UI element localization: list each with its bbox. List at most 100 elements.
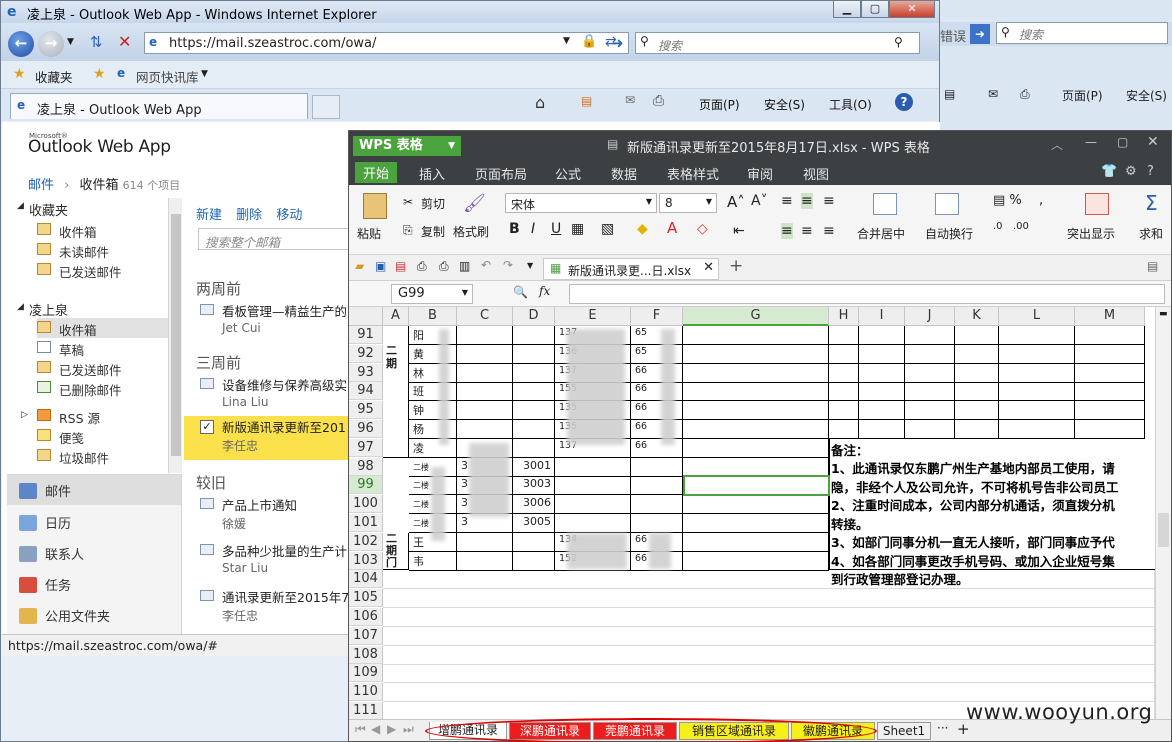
cell-l94[interactable] <box>999 382 1075 402</box>
fill-color-icon[interactable]: ◆ <box>637 221 648 237</box>
mail-item[interactable]: 看板管理—精益生产的 Jet Cui <box>184 300 354 344</box>
cell-k96[interactable] <box>955 420 999 439</box>
mailbox-search-input[interactable]: 搜索整个邮箱 <box>198 228 350 250</box>
help-icon[interactable]: ? <box>895 93 913 111</box>
mail-item-selected[interactable]: ✓ 新版通讯录更新至201 李任忠 <box>184 416 354 460</box>
row-header-103[interactable]: 103 <box>349 551 383 570</box>
mail-item[interactable]: 多品种少批量的生产计 Star Liu <box>184 540 354 584</box>
cell-h92[interactable] <box>829 344 859 364</box>
row-header-102[interactable]: 102 <box>349 532 383 551</box>
cell-c96[interactable] <box>457 420 513 439</box>
row-header-107[interactable]: 107 <box>349 626 383 645</box>
favorites-header[interactable]: 收藏夹 <box>29 200 68 219</box>
cell-j96[interactable] <box>905 420 955 439</box>
row-header-100[interactable]: 100 <box>349 495 383 514</box>
mail-item[interactable]: 通讯录更新至2015年7 李任忠 <box>184 586 354 630</box>
cell-f100[interactable] <box>631 495 683 515</box>
row-header-111[interactable]: 111 <box>349 702 383 719</box>
cell-f101[interactable] <box>631 514 683 533</box>
cell-d92[interactable] <box>513 344 555 364</box>
cell-g96[interactable] <box>683 420 829 439</box>
add-favorite-icon[interactable]: ★ <box>93 66 106 82</box>
row-header-94[interactable]: 94 <box>349 382 383 401</box>
prev-sheet-icon[interactable]: ◀ <box>371 722 380 736</box>
row-header-91[interactable]: 91 <box>349 326 383 344</box>
cell-g101[interactable] <box>683 514 829 533</box>
maximize-button[interactable]: ▢ <box>861 1 889 18</box>
close-button[interactable]: ✕ <box>889 1 935 18</box>
cell-i93[interactable] <box>859 363 905 383</box>
mail-item[interactable]: 设备维修与保养高级实 Lina Liu <box>184 374 354 418</box>
row-header-104[interactable]: 104 <box>349 570 383 589</box>
sum-icon[interactable]: Σ <box>1145 191 1158 215</box>
skin-icon[interactable]: 👕 <box>1101 164 1117 179</box>
cell-f99[interactable] <box>631 476 683 496</box>
align-center-icon[interactable]: ≡ <box>801 223 813 239</box>
read-mail-icon[interactable]: ✉ <box>625 93 635 107</box>
align-left-icon[interactable]: ≡ <box>781 223 793 239</box>
recent-pages-chevron-icon[interactable]: ▼ <box>67 37 74 47</box>
menu-formula[interactable]: 公式 <box>555 164 581 183</box>
cell-l95[interactable] <box>999 401 1075 421</box>
cell-c92[interactable] <box>457 344 513 364</box>
column-header-d[interactable]: D <box>513 307 555 326</box>
print-preview-icon[interactable]: ⎙ <box>439 259 449 274</box>
empty-row[interactable] <box>383 645 1155 665</box>
cell-i96[interactable] <box>859 420 905 439</box>
go-arrow-icon[interactable]: ➜ <box>611 34 624 52</box>
column-header-e[interactable]: E <box>555 307 631 326</box>
cell-m93[interactable] <box>1075 363 1145 383</box>
cell-h91[interactable] <box>829 326 859 345</box>
align-top-icon[interactable]: ≡ <box>781 193 793 209</box>
cell-a-phase2[interactable]: 二 期 <box>383 326 409 458</box>
row-header-99[interactable]: 99 <box>349 476 383 495</box>
cell-d93[interactable] <box>513 363 555 383</box>
cell-d95[interactable] <box>513 401 555 421</box>
cell-c95[interactable] <box>457 401 513 421</box>
cell-h94[interactable] <box>829 382 859 402</box>
print-icon[interactable]: ⎙ <box>653 93 664 109</box>
cell-g97[interactable] <box>683 438 829 458</box>
row-header-95[interactable]: 95 <box>349 401 383 420</box>
document-tab[interactable]: ▦ 新版通讯录更...日.xlsx ✕ <box>543 258 719 280</box>
select-all-corner[interactable] <box>349 307 383 326</box>
font-size-select[interactable]: 8 ▼ <box>659 193 717 213</box>
cell-l91[interactable] <box>999 326 1075 345</box>
menu-page-layout[interactable]: 页面布局 <box>475 164 527 183</box>
highlight-button[interactable]: 突出显示 <box>1067 225 1115 242</box>
cell-k94[interactable] <box>955 382 999 402</box>
column-header-i[interactable]: I <box>859 307 905 326</box>
folder-pane-scrollbar[interactable] <box>168 198 182 473</box>
redo-icon[interactable]: ↷ <box>503 258 513 272</box>
cell-e100[interactable] <box>555 495 631 515</box>
background-search-box[interactable]: ⚲ 搜索 <box>996 22 1168 44</box>
wrap-text-button[interactable]: 自动换行 <box>925 225 973 242</box>
cell-g102[interactable] <box>683 532 829 552</box>
sheet-tab[interactable]: Sheet1 <box>877 722 931 740</box>
minimize-button[interactable]: ▁ <box>833 1 861 18</box>
open-icon[interactable]: ▰ <box>355 259 364 273</box>
mail-item[interactable]: 产品上市通知 徐媛 <box>184 494 354 538</box>
favorites-button[interactable]: 收藏夹 <box>35 67 73 86</box>
cell-m91[interactable] <box>1075 326 1145 345</box>
clear-format-icon[interactable]: ◇ <box>697 221 708 237</box>
cell-l93[interactable] <box>999 363 1075 383</box>
increase-decimal-icon[interactable]: .0 <box>993 221 1003 232</box>
row-header-98[interactable]: 98 <box>349 457 383 476</box>
formula-input[interactable] <box>569 284 1165 304</box>
cell-e101[interactable] <box>555 514 631 533</box>
cell-d96[interactable] <box>513 420 555 439</box>
cell-m96[interactable] <box>1075 420 1145 439</box>
row-header-106[interactable]: 106 <box>349 608 383 626</box>
wrap-text-icon[interactable] <box>935 193 959 215</box>
empty-row[interactable] <box>383 626 1155 646</box>
empty-row[interactable] <box>383 589 1155 609</box>
delete-button[interactable]: 删除 <box>236 208 262 223</box>
favorites-collapse-icon[interactable]: ◢ <box>17 201 24 211</box>
cell-k91[interactable] <box>955 326 999 345</box>
tab-list-icon[interactable]: ▤ <box>1147 259 1158 273</box>
scrollbar-thumb[interactable] <box>1158 513 1169 547</box>
settings-icon[interactable]: ⚙ <box>1125 164 1137 179</box>
decrease-font-icon[interactable]: A˅ <box>751 193 768 209</box>
cell-c91[interactable] <box>457 326 513 345</box>
